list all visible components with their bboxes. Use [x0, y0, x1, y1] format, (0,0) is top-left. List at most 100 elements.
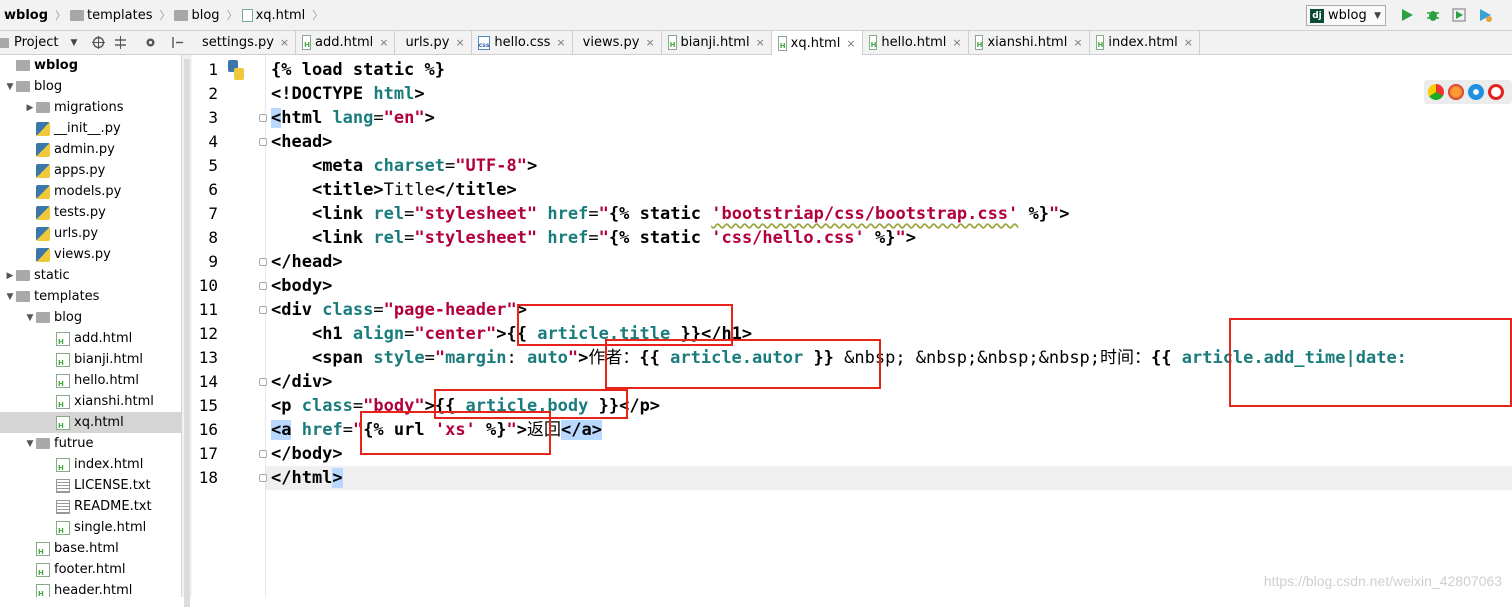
- breadcrumb-item[interactable]: wblog 〉: [4, 7, 66, 23]
- line-number: 7: [208, 204, 218, 223]
- tree-item[interactable]: README.txt: [0, 496, 181, 517]
- html-file-icon: H: [974, 35, 984, 50]
- run-configuration-dropdown[interactable]: dj wblog ▼: [1306, 5, 1386, 26]
- tree-item[interactable]: Hfooter.html: [0, 559, 181, 580]
- tree-item[interactable]: ▶ migrations: [0, 97, 181, 118]
- collapse-all-icon[interactable]: [114, 36, 127, 49]
- tree-item[interactable]: Hindex.html: [0, 454, 181, 475]
- chevron-down-icon[interactable]: ▼: [24, 313, 36, 323]
- fold-marker-icon[interactable]: [259, 282, 267, 290]
- tree-item[interactable]: Hxianshi.html: [0, 391, 181, 412]
- tree-item[interactable]: ▼ futrue: [0, 433, 181, 454]
- fold-marker-icon[interactable]: [259, 378, 267, 386]
- tree-item-label: add.html: [74, 331, 133, 346]
- code-token: align: [352, 324, 405, 344]
- close-icon[interactable]: ×: [280, 36, 289, 49]
- firefox-icon[interactable]: [1448, 84, 1464, 100]
- hide-panel-icon[interactable]: [171, 36, 184, 49]
- breadcrumb-separator: 〉: [55, 9, 67, 22]
- chevron-down-icon[interactable]: ▼: [4, 82, 16, 92]
- close-icon[interactable]: ×: [1073, 36, 1082, 49]
- tree-item[interactable]: ▼ blog: [0, 76, 181, 97]
- opera-icon[interactable]: [1488, 84, 1504, 100]
- editor-tab[interactable]: Hindex.html ×: [1090, 31, 1200, 54]
- fold-marker-icon[interactable]: [259, 474, 267, 482]
- code-line: <meta charset="UTF-8">: [271, 154, 537, 178]
- tree-item[interactable]: wblog: [0, 55, 181, 76]
- chevron-down-icon[interactable]: ▼: [24, 439, 36, 449]
- tree-item[interactable]: Hadd.html: [0, 328, 181, 349]
- breadcrumb-item[interactable]: blog 〉: [174, 7, 238, 23]
- tree-item[interactable]: Hsingle.html: [0, 517, 181, 538]
- html-file-icon: H: [56, 520, 70, 535]
- editor-tab[interactable]: urls.py ×: [395, 31, 472, 54]
- fold-marker-icon[interactable]: [259, 138, 267, 146]
- close-icon[interactable]: ×: [756, 36, 765, 49]
- gear-icon[interactable]: [144, 36, 157, 49]
- close-icon[interactable]: ×: [556, 36, 565, 49]
- tree-scrollbar[interactable]: [181, 55, 192, 607]
- fold-marker-icon[interactable]: [259, 114, 267, 122]
- tree-item[interactable]: apps.py: [0, 160, 181, 181]
- close-icon[interactable]: ×: [455, 36, 464, 49]
- chevron-right-icon[interactable]: ▶: [4, 271, 16, 281]
- tree-item[interactable]: models.py: [0, 181, 181, 202]
- tree-item[interactable]: __init__.py: [0, 118, 181, 139]
- chrome-icon[interactable]: [1428, 84, 1444, 100]
- line-number: 10: [198, 276, 218, 295]
- code-token: =: [342, 420, 353, 440]
- run-icon[interactable]: [1400, 8, 1414, 22]
- tree-item[interactable]: ▼ templates: [0, 286, 181, 307]
- close-icon[interactable]: ×: [952, 36, 961, 49]
- fold-marker-icon[interactable]: [259, 450, 267, 458]
- editor-tab[interactable]: Hbianji.html ×: [662, 31, 772, 54]
- code-token: <!DOCTYPE: [271, 84, 374, 104]
- code-token: =: [424, 348, 435, 368]
- breadcrumb-item[interactable]: xq.html 〉: [241, 7, 323, 23]
- code-token: {% load static %}: [271, 60, 445, 80]
- close-icon[interactable]: ×: [846, 37, 855, 50]
- tree-item[interactable]: urls.py: [0, 223, 181, 244]
- chevron-down-icon[interactable]: ▼: [4, 292, 16, 302]
- code-token: %}: [1018, 204, 1049, 224]
- chevron-right-icon[interactable]: ▶: [24, 103, 36, 113]
- tree-item[interactable]: views.py: [0, 244, 181, 265]
- profile-icon[interactable]: [1478, 8, 1492, 22]
- tab-label: settings.py: [202, 35, 274, 50]
- debug-icon[interactable]: [1426, 8, 1440, 22]
- code-editor[interactable]: 1 2 3 4 5 6 7 8 9 10 11 12 13 14 15 16 17 18 {% load stat…: [192, 55, 1512, 597]
- python-file-icon: [36, 184, 50, 199]
- tree-item[interactable]: Hxq.html: [0, 412, 181, 433]
- coverage-icon[interactable]: [1452, 8, 1466, 22]
- tree-item[interactable]: Hhello.html: [0, 370, 181, 391]
- safari-icon[interactable]: [1468, 84, 1484, 100]
- fold-marker-icon[interactable]: [259, 258, 267, 266]
- tree-item[interactable]: tests.py: [0, 202, 181, 223]
- project-view-selector[interactable]: Project ▼: [0, 35, 77, 50]
- close-icon[interactable]: ×: [379, 36, 388, 49]
- breadcrumb-item[interactable]: templates 〉: [70, 7, 170, 23]
- editor-tab[interactable]: Hxq.html ×: [771, 31, 863, 55]
- editor-tab[interactable]: Hadd.html ×: [296, 31, 396, 54]
- close-icon[interactable]: ×: [645, 36, 654, 49]
- line-number: 1: [208, 60, 218, 79]
- close-icon[interactable]: ×: [1184, 36, 1193, 49]
- editor-tab[interactable]: css hello.css ×: [472, 31, 573, 54]
- editor-tab[interactable]: settings.py ×: [192, 31, 297, 54]
- tree-item-label: hello.html: [74, 373, 139, 388]
- tree-item[interactable]: LICENSE.txt: [0, 475, 181, 496]
- tree-item[interactable]: Hbianji.html: [0, 349, 181, 370]
- tree-item[interactable]: ▼ blog: [0, 307, 181, 328]
- tree-item[interactable]: Hheader.html: [0, 580, 181, 597]
- editor-tab[interactable]: Hxianshi.html ×: [969, 31, 1090, 54]
- fold-marker-icon[interactable]: [259, 306, 267, 314]
- scrollbar-thumb[interactable]: [184, 59, 190, 607]
- editor-tab[interactable]: views.py ×: [573, 31, 662, 54]
- tree-item[interactable]: Hbase.html: [0, 538, 181, 559]
- editor-tab[interactable]: Hhello.html ×: [863, 31, 969, 54]
- scroll-from-source-icon[interactable]: [92, 36, 105, 49]
- code-token: 'css/hello.css': [711, 228, 865, 248]
- tree-item[interactable]: admin.py: [0, 139, 181, 160]
- tree-item[interactable]: ▶ static: [0, 265, 181, 286]
